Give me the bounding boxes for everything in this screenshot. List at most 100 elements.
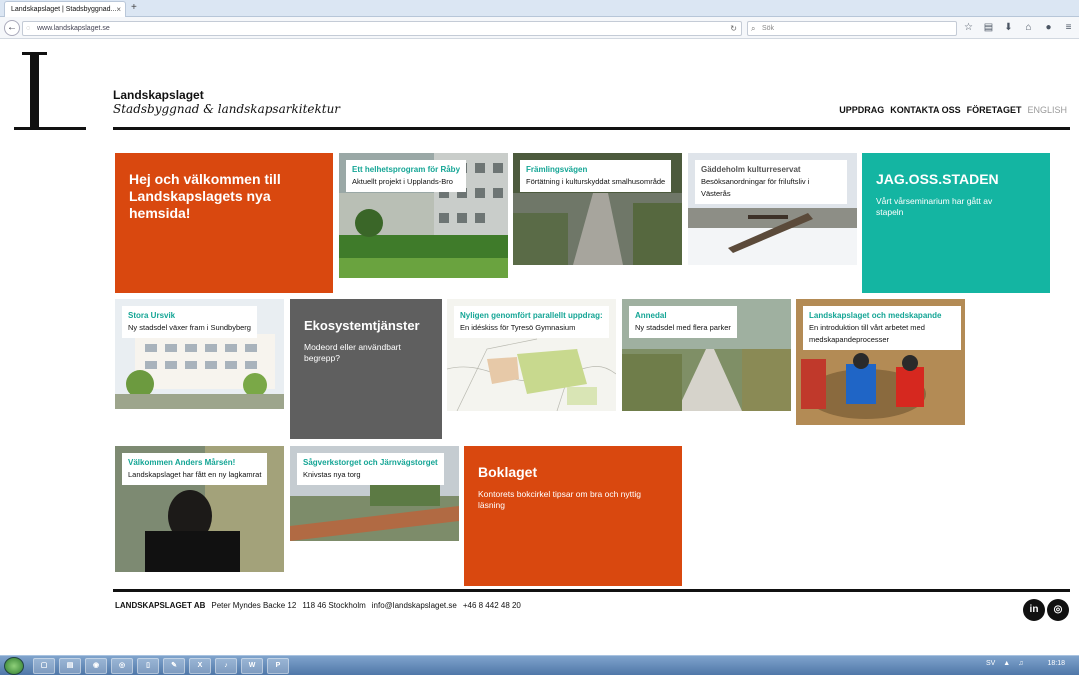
clock[interactable]: 18:18 (1047, 660, 1065, 667)
tile-body: Ny stadsdel växer fram i Sundbyberg (128, 323, 251, 332)
footer-email[interactable]: info@landskapslaget.se (372, 601, 457, 610)
site-logo[interactable] (14, 52, 86, 130)
globe-icon: ◌ (26, 25, 31, 32)
tile-raby[interactable]: Ett helhetsprogram för Råby Aktuellt pro… (339, 153, 508, 278)
tile-gaddeholm[interactable]: Gäddeholm kulturreservat Besöksanordning… (688, 153, 857, 265)
tile-welcome[interactable]: Hej och välkommen till Landskapslagets n… (115, 153, 333, 293)
tile-caption: Gäddeholm kulturreservat Besöksanordning… (695, 160, 847, 204)
tile-boklaget[interactable]: Boklaget Kontorets bokcirkel tipsar om b… (464, 446, 682, 586)
linkedin-icon[interactable]: in (1023, 599, 1045, 621)
bookmark-star-icon[interactable]: ☆ (962, 21, 975, 36)
nav-english[interactable]: ENGLISH (1027, 105, 1067, 115)
nav-uppdrag[interactable]: UPPDRAG (839, 105, 884, 115)
tile-body: Besöksanordningar för friluftsliv i Väst… (701, 177, 810, 198)
taskbar-explorer-icon[interactable]: ▤ (59, 658, 81, 674)
tile-caption: Ett helhetsprogram för Råby Aktuellt pro… (346, 160, 467, 192)
tile-body: Vårt vårseminarium har gått av stapeln (876, 196, 993, 217)
tile-body: Förtätning i kulturskyddat smalhusområde (526, 177, 666, 186)
taskbar-firefox-icon[interactable]: ◉ (85, 658, 107, 674)
tile-caption: Främlingsvägen Förtätning i kulturskydda… (520, 160, 672, 192)
footer-divider (113, 589, 1070, 592)
tile-title: Stora Ursvik (128, 311, 176, 320)
header-divider (113, 127, 1070, 130)
tile-title: Gäddeholm kulturreservat (701, 165, 801, 174)
tile-medskapande[interactable]: Landskapslaget och medskapande En introd… (796, 299, 965, 425)
search-input[interactable]: ⌕ Sök (747, 21, 957, 36)
tile-body: Landskapslaget har fått en ny lagkamrat (128, 470, 262, 479)
tile-body: Aktuellt projekt i Upplands-Bro (352, 177, 453, 186)
navigation-toolbar: ← ◌ www.landskapslaget.se ↻ ⌕ Sök ☆ ▤ ⬇ … (0, 17, 1079, 39)
tile-caption: Välkommen Anders Mårsén! Landskapslaget … (122, 453, 268, 485)
tile-body: En idéskiss för Tyresö Gymnasium (460, 323, 576, 332)
footer-company: LANDSKAPSLAGET AB (115, 601, 206, 610)
nav-kontakta-oss[interactable]: KONTAKTA OSS (890, 105, 960, 115)
tile-ursvik[interactable]: Stora Ursvik Ny stadsdel växer fram i Su… (115, 299, 284, 409)
tile-title: Ett helhetsprogram för Råby (352, 165, 461, 174)
volume-icon[interactable]: ♫ (1018, 660, 1023, 667)
tile-body: Knivstas nya torg (303, 470, 361, 479)
chat-icon[interactable]: ● (1042, 21, 1055, 36)
close-icon[interactable]: × (116, 2, 121, 17)
tile-ekosystem[interactable]: Ekosystemtjänster Modeord eller användba… (290, 299, 442, 439)
tile-sagverk[interactable]: Sågverkstorget och Järnvägstorget Knivst… (290, 446, 459, 541)
footer-city: 118 46 Stockholm (302, 601, 366, 610)
tile-body: Ny stadsdel med flera parker (635, 323, 731, 332)
tile-title: JAG.OSS.STADEN (876, 171, 999, 187)
taskbar-spotify-icon[interactable]: ♪ (215, 658, 237, 674)
tile-body: Kontorets bokcirkel tipsar om bra och ny… (478, 489, 641, 510)
os-taskbar: ▢ ▤ ◉ ◎ ▯ ✎ X ♪ W P SV ▲ ♫ 18:18 (0, 655, 1079, 675)
tile-title: Sågverkstorget och Järnvägstorget (303, 458, 438, 467)
tile-body: En introduktion till vårt arbetet med me… (809, 323, 925, 344)
taskbar-excel-icon[interactable]: X (189, 658, 211, 674)
footer-address: Peter Myndes Backe 12 (211, 601, 297, 610)
tile-caption: Landskapslaget och medskapande En introd… (803, 306, 961, 350)
tile-tyreso[interactable]: Nyligen genomfört parallellt uppdrag: En… (447, 299, 616, 411)
tile-caption: Annedal Ny stadsdel med flera parker (629, 306, 737, 338)
taskbar-chrome-icon[interactable]: ◎ (111, 658, 133, 674)
reload-icon[interactable]: ↻ (730, 22, 737, 35)
new-tab-button[interactable]: + (131, 1, 137, 15)
taskbar-file-icon[interactable]: ▯ (137, 658, 159, 674)
start-button[interactable] (4, 657, 24, 675)
system-tray: SV ▲ ♫ 18:18 (986, 660, 1065, 667)
main-nav: UPPDRAG KONTAKTA OSS FÖRETAGET ENGLISH (839, 105, 1067, 115)
nav-foretaget[interactable]: FÖRETAGET (967, 105, 1022, 115)
home-icon[interactable]: ⌂ (1022, 21, 1035, 36)
tile-title: Främlingsvägen (526, 165, 588, 174)
tile-title: Välkommen Anders Mårsén! (128, 458, 236, 467)
language-indicator[interactable]: SV (986, 660, 995, 667)
tile-title: Ekosystemtjänster (304, 318, 420, 333)
tile-title: Annedal (635, 311, 667, 320)
taskbar-project-icon[interactable]: P (267, 658, 289, 674)
tile-marsen[interactable]: Välkommen Anders Mårsén! Landskapslaget … (115, 446, 284, 572)
download-icon[interactable]: ⬇ (1002, 21, 1015, 36)
tile-title: Nyligen genomfört parallellt uppdrag: (460, 311, 603, 320)
footer-phone: +46 8 442 48 20 (462, 601, 521, 610)
tile-title: Boklaget (478, 464, 538, 480)
tab-title: Landskapslaget | Stadsbyggnad... (11, 6, 117, 13)
tile-body: Modeord eller användbart begrepp? (304, 342, 401, 363)
tile-framlingsvagen[interactable]: Främlingsvägen Förtätning i kulturskydda… (513, 153, 682, 265)
address-bar[interactable]: ◌ www.landskapslaget.se ↻ (22, 21, 742, 36)
tile-title: Landskapslaget och medskapande (809, 311, 942, 320)
instagram-icon[interactable]: ◎ (1047, 599, 1069, 621)
network-icon[interactable]: ▲ (1003, 660, 1010, 667)
tile-jagoss[interactable]: JAG.OSS.STADEN Vårt vårseminarium har gå… (862, 153, 1050, 293)
taskbar-app-icon[interactable]: ▢ (33, 658, 55, 674)
url-text: www.landskapslaget.se (37, 25, 110, 32)
bookmarks-list-icon[interactable]: ▤ (982, 21, 995, 36)
browser-tab[interactable]: Landskapslaget | Stadsbyggnad... × (4, 1, 126, 17)
tile-annedal[interactable]: Annedal Ny stadsdel med flera parker (622, 299, 791, 411)
taskbar-notes-icon[interactable]: ✎ (163, 658, 185, 674)
tile-caption: Nyligen genomfört parallellt uppdrag: En… (454, 306, 609, 338)
site-title[interactable]: Landskapslaget (113, 88, 204, 102)
site-tagline: Stadsbyggnad & landskapsarkitektur (113, 102, 341, 116)
footer: LANDSKAPSLAGET AB Peter Myndes Backe 12 … (115, 601, 521, 610)
search-icon: ⌕ (751, 24, 756, 33)
taskbar-word-icon[interactable]: W (241, 658, 263, 674)
back-button[interactable]: ← (4, 20, 20, 36)
tile-caption: Sågverkstorget och Järnvägstorget Knivst… (297, 453, 444, 485)
tile-title: Hej och välkommen till Landskapslagets n… (129, 171, 281, 221)
menu-icon[interactable]: ≡ (1062, 21, 1075, 36)
search-placeholder: Sök (762, 25, 775, 32)
